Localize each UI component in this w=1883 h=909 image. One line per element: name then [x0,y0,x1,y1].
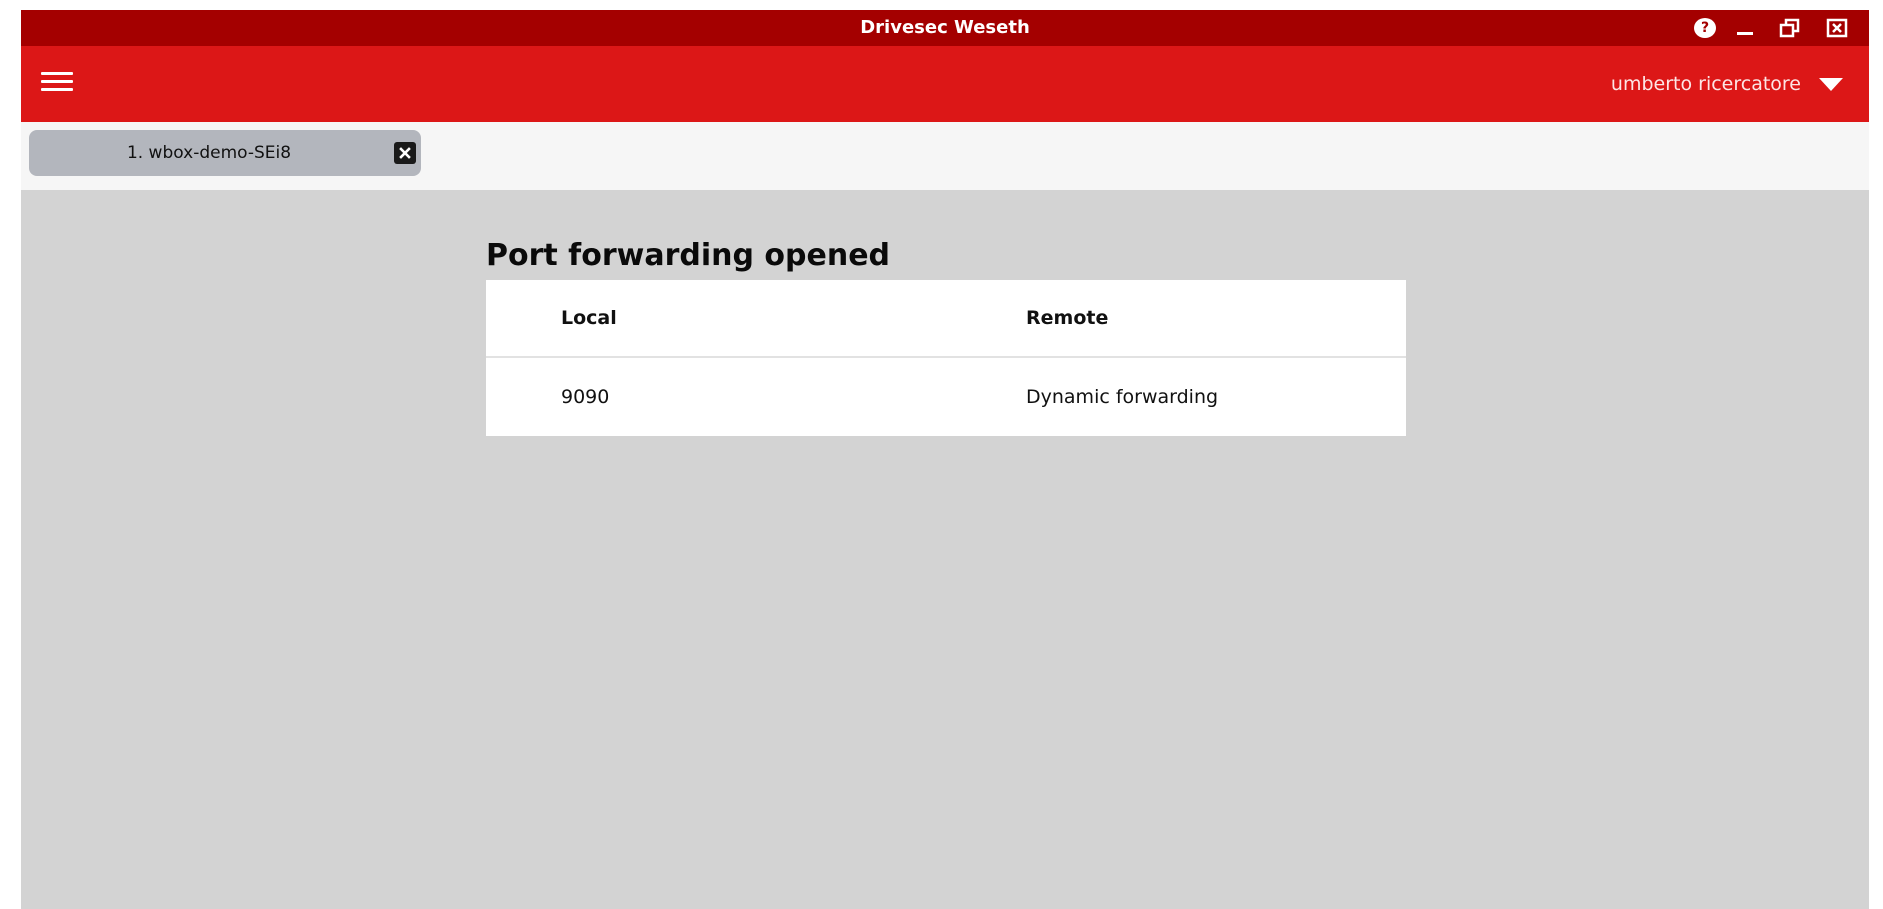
table-row: 9090 Dynamic forwarding [486,358,1406,436]
title-bar: Drivesec Weseth ? [21,10,1869,46]
table-header-row: Local Remote [486,280,1406,358]
column-header-local: Local [561,307,617,329]
user-name: umberto ricercatore [1610,73,1801,95]
tab-close-icon[interactable] [394,142,416,164]
window-title: Drivesec Weseth [860,17,1030,38]
page-title: Port forwarding opened [486,238,891,273]
close-icon[interactable] [1826,18,1848,38]
caret-down-icon [1819,77,1843,91]
minimize-icon[interactable] [1734,18,1756,38]
tab-wbox-demo[interactable]: 1. wbox-demo-SEi8 [29,130,421,176]
hamburger-menu-icon[interactable] [41,72,73,96]
user-menu[interactable]: umberto ricercatore [1611,46,1843,122]
tab-label: 1. wbox-demo-SEi8 [126,143,292,163]
help-icon[interactable]: ? [1694,18,1716,38]
tab-strip: 1. wbox-demo-SEi8 [21,122,1869,190]
cell-remote: Dynamic forwarding [1026,386,1219,408]
cell-local: 9090 [561,386,610,408]
app-header: umberto ricercatore [21,46,1869,122]
column-header-remote: Remote [1026,307,1109,329]
restore-icon[interactable] [1779,18,1801,38]
app-window: Drivesec Weseth ? umberto ricercatore 1.… [21,10,1869,909]
port-forwarding-table: Local Remote 9090 Dynamic forwarding [486,280,1406,436]
